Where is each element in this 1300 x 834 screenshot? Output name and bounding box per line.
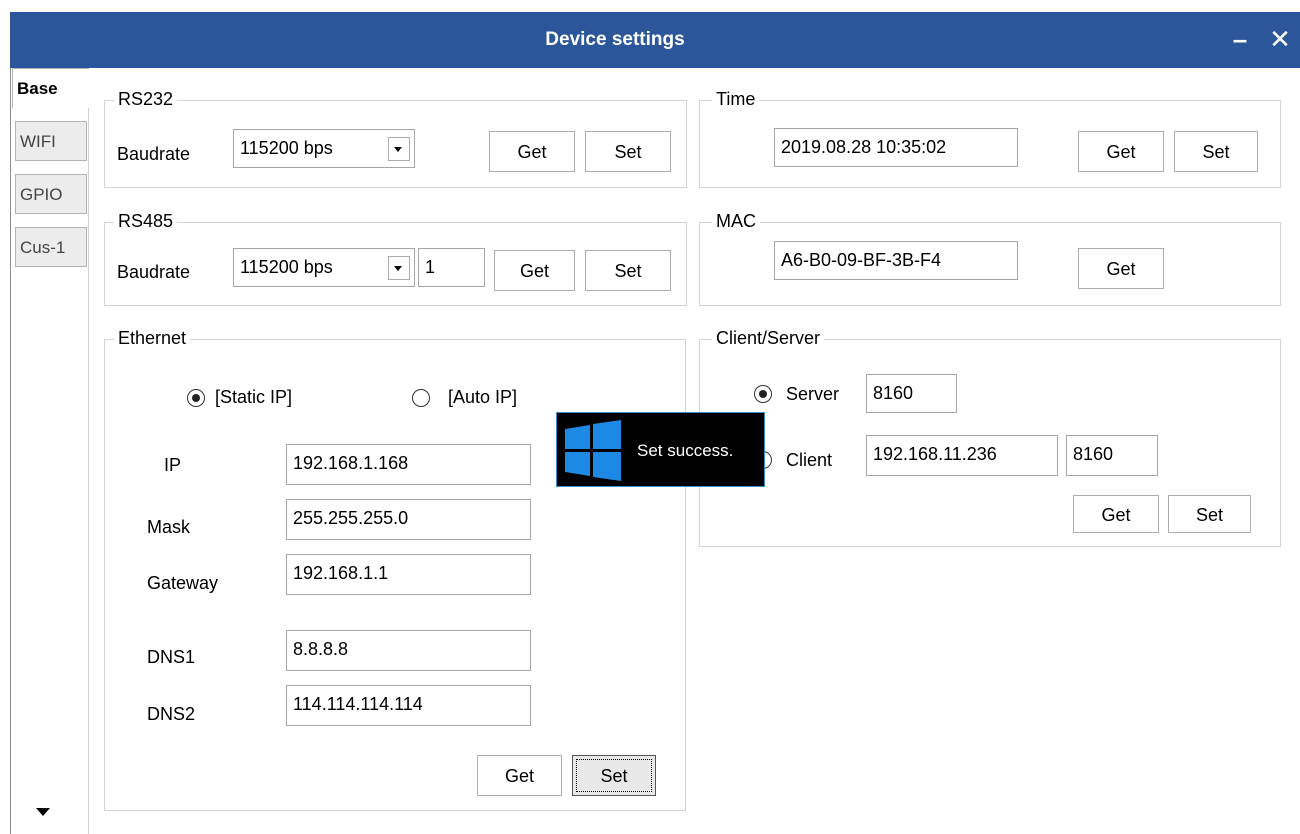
chevron-down-icon[interactable]: [388, 137, 410, 161]
time-get-button[interactable]: Get: [1078, 131, 1164, 172]
tab-wifi[interactable]: WIFI: [15, 121, 87, 161]
client-server-legend: Client/Server: [712, 328, 825, 349]
rs485-baudrate-value: 115200 bps: [240, 257, 333, 277]
client-port-input[interactable]: 8160: [1066, 435, 1158, 476]
mac-input[interactable]: A6-B0-09-BF-3B-F4: [774, 241, 1018, 280]
minimize-button[interactable]: –: [1220, 12, 1260, 68]
rs232-baudrate-value: 115200 bps: [240, 138, 333, 158]
mask-label: Mask: [147, 517, 191, 537]
gateway-input[interactable]: 192.168.1.1: [286, 554, 531, 595]
focus-rectangle: [576, 759, 652, 792]
tab-base[interactable]: Base: [12, 68, 89, 108]
close-button[interactable]: ✕: [1260, 12, 1300, 68]
title-bar: Device settings – ✕: [10, 12, 1300, 68]
gateway-label: Gateway: [147, 573, 219, 593]
tab-strip-divider: [88, 72, 89, 834]
ethernet-get-button[interactable]: Get: [477, 755, 562, 796]
toast-notification: Set success.: [556, 412, 765, 487]
static-ip-radio[interactable]: [187, 389, 205, 407]
chevron-down-icon[interactable]: [388, 256, 410, 280]
rs485-legend: RS485: [114, 211, 178, 232]
rs485-baudrate-select[interactable]: 115200 bps: [233, 248, 415, 287]
client-server-get-button[interactable]: Get: [1073, 495, 1159, 533]
rs485-address-input[interactable]: 1: [418, 248, 485, 287]
rs485-set-button[interactable]: Set: [585, 250, 671, 291]
rs232-set-button[interactable]: Set: [585, 131, 671, 172]
ethernet-set-button[interactable]: Set: [572, 755, 656, 796]
windows-logo-icon: [565, 420, 621, 481]
rs232-baudrate-select[interactable]: 115200 bps: [233, 129, 415, 168]
time-input[interactable]: 2019.08.28 10:35:02: [774, 128, 1018, 167]
dns1-label: DNS1: [147, 647, 196, 667]
client-label[interactable]: Client: [786, 450, 832, 471]
time-legend: Time: [712, 89, 760, 110]
server-radio[interactable]: [754, 385, 772, 403]
tab-cus-1[interactable]: Cus-1: [15, 227, 87, 267]
rs232-baudrate-label: Baudrate: [117, 144, 191, 164]
client-server-set-button[interactable]: Set: [1168, 495, 1251, 533]
auto-ip-label[interactable]: [Auto IP]: [448, 387, 517, 408]
client-ip-input[interactable]: 192.168.11.236: [866, 435, 1058, 476]
server-label[interactable]: Server: [786, 384, 839, 405]
static-ip-label[interactable]: [Static IP]: [215, 387, 292, 408]
dns2-input[interactable]: 114.114.114.114: [286, 685, 531, 726]
mac-legend: MAC: [712, 211, 760, 232]
rs232-get-button[interactable]: Get: [489, 131, 575, 172]
ip-label: IP: [164, 455, 182, 475]
rs485-baudrate-label: Baudrate: [117, 262, 191, 282]
ip-input[interactable]: 192.168.1.168: [286, 444, 531, 485]
toast-message: Set success.: [637, 441, 734, 460]
rs232-legend: RS232: [114, 89, 178, 110]
dns2-label: DNS2: [147, 704, 196, 724]
tab-gpio[interactable]: GPIO: [15, 174, 87, 214]
time-set-button[interactable]: Set: [1174, 131, 1258, 172]
window-title: Device settings: [545, 29, 685, 50]
server-port-input[interactable]: 8160: [866, 374, 957, 413]
auto-ip-radio[interactable]: [412, 389, 430, 407]
dns1-input[interactable]: 8.8.8.8: [286, 630, 531, 671]
ethernet-legend: Ethernet: [114, 328, 191, 349]
tab-scroll-down-icon[interactable]: [36, 808, 50, 816]
mac-get-button[interactable]: Get: [1078, 248, 1164, 289]
rs485-get-button[interactable]: Get: [494, 250, 575, 291]
mask-input[interactable]: 255.255.255.0: [286, 499, 531, 540]
